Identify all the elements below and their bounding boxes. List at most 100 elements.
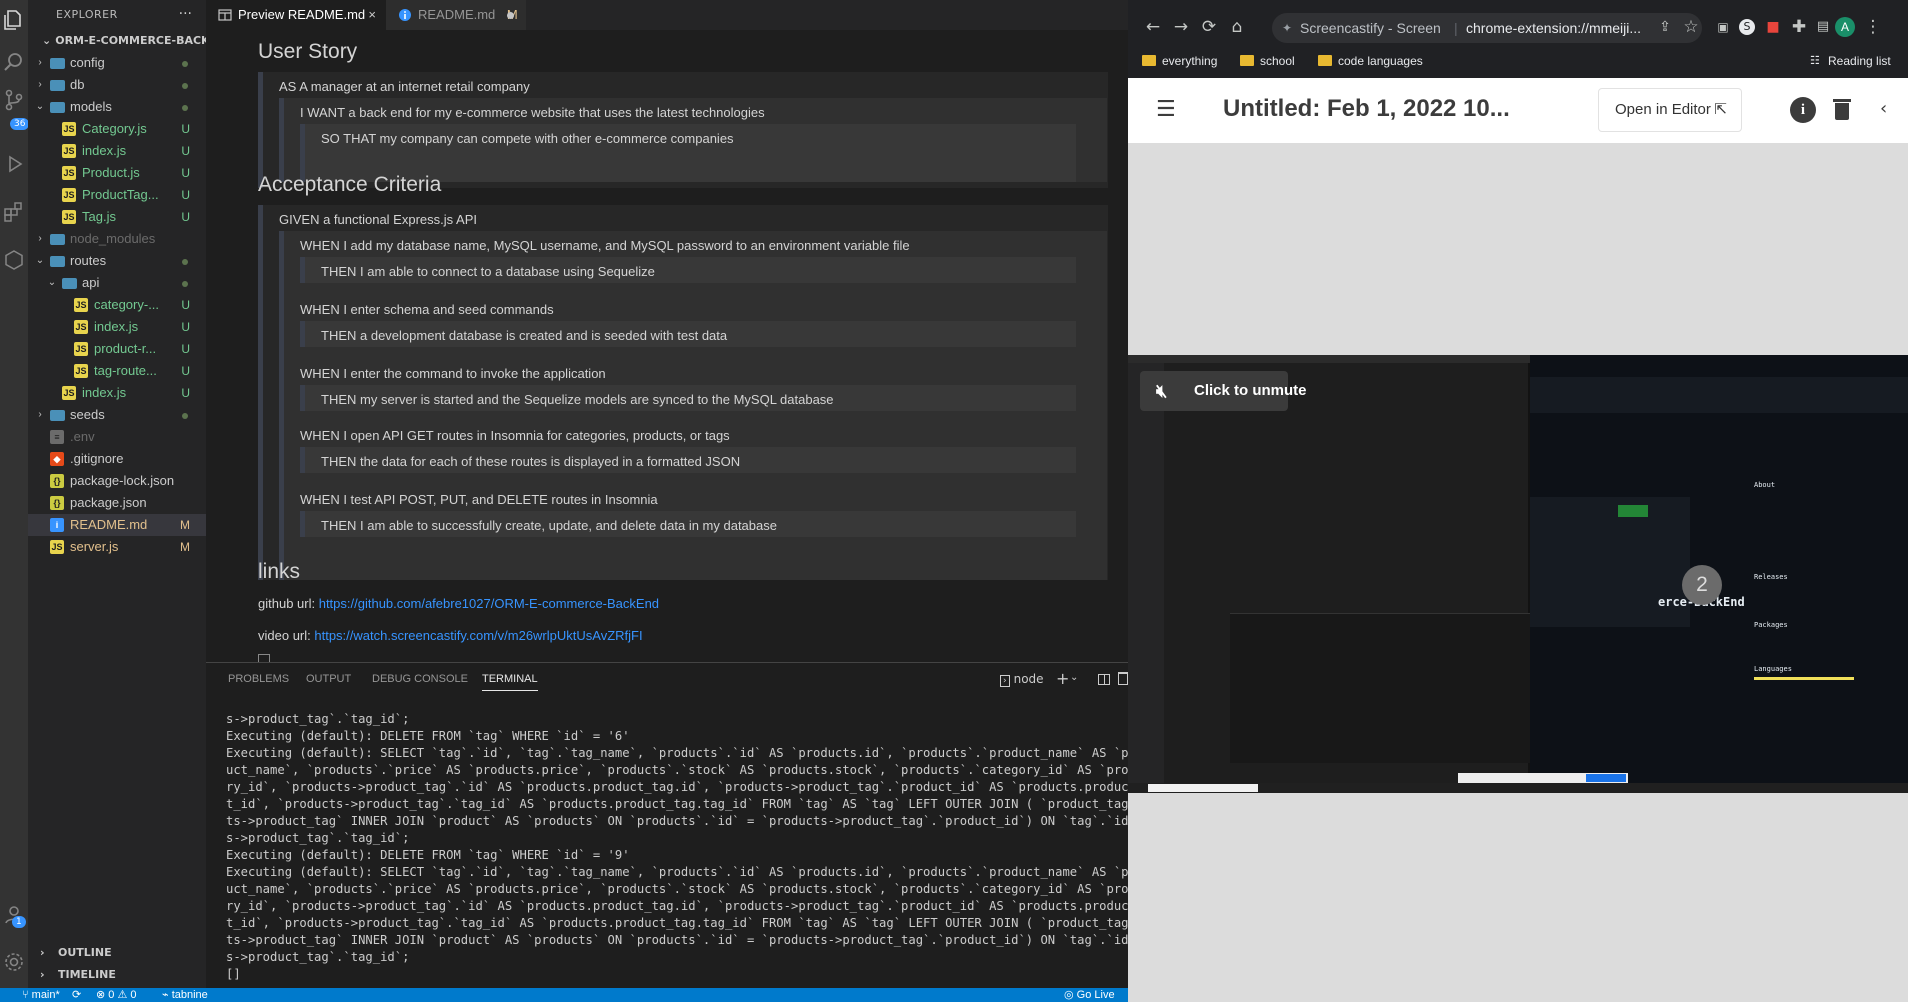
reading-list[interactable]: ☷ Reading list: [1808, 52, 1891, 70]
unsaved-dot-icon[interactable]: [507, 12, 514, 19]
tab-debug-console[interactable]: DEBUG CONSOLE: [372, 673, 468, 685]
bookmark-star-icon[interactable]: ☆: [1680, 16, 1702, 38]
tree-file[interactable]: JS ProductTag... U: [28, 184, 206, 206]
criteria-line: WHEN I open API GET routes in Insomnia f…: [300, 428, 730, 443]
run-debug-icon[interactable]: [2, 152, 26, 176]
tab-terminal[interactable]: TERMINAL: [482, 673, 538, 691]
tree-file[interactable]: JS index.js U: [28, 140, 206, 162]
forward-icon[interactable]: →: [1170, 16, 1192, 38]
trash-icon[interactable]: [1118, 672, 1128, 685]
profile-menu-icon[interactable]: ▤: [1812, 16, 1834, 38]
tree-file[interactable]: i README.md M: [28, 514, 206, 536]
screencastify-icon[interactable]: ■: [1762, 16, 1784, 38]
share-icon[interactable]: ⇪: [1654, 16, 1676, 38]
folder-icon: [1318, 55, 1332, 66]
extensions-puzzle-icon[interactable]: ✚: [1788, 16, 1810, 38]
recording-title[interactable]: Untitled: Feb 1, 2022 10...: [1223, 95, 1510, 123]
tree-folder[interactable]: ⌄ models: [28, 96, 206, 118]
tree-file[interactable]: JS server.js M: [28, 536, 206, 558]
tab-readme[interactable]: README.md M: [386, 0, 526, 30]
env-file-icon: ≡: [50, 430, 64, 444]
remote-explorer-icon[interactable]: [2, 248, 26, 272]
tree-file[interactable]: ◆ .gitignore: [28, 448, 206, 470]
chevron-right-icon[interactable]: ›: [34, 74, 46, 96]
terminal-line: ry_id`, `products->product_tag`.`id` AS …: [226, 780, 1128, 794]
video-player[interactable]: erce-BackEnd About Releases Packages Lan…: [1128, 355, 1908, 793]
github-link[interactable]: https://github.com/afebre1027/ORM-E-comm…: [319, 596, 659, 611]
chevron-right-icon[interactable]: ›: [34, 52, 46, 74]
home-icon[interactable]: ⌂: [1226, 16, 1248, 38]
chevron-down-icon[interactable]: ⌄: [46, 272, 58, 294]
tree-file[interactable]: {} package-lock.json: [28, 470, 206, 492]
bookmark-everything[interactable]: everything: [1142, 52, 1217, 70]
video-about: About: [1754, 481, 1776, 489]
bookmark-school[interactable]: school: [1240, 52, 1295, 70]
kebab-menu-icon[interactable]: ⋮: [1862, 16, 1884, 38]
tree-file[interactable]: JS index.js U: [28, 316, 206, 338]
source-control-icon[interactable]: 36: [2, 88, 30, 130]
bottom-panel: PROBLEMS OUTPUT DEBUG CONSOLE TERMINAL ›…: [206, 662, 1128, 988]
tree-file[interactable]: JS Category.js U: [28, 118, 206, 140]
video-link[interactable]: https://watch.screencastify.com/v/m26wrl…: [314, 628, 642, 643]
tree-folder[interactable]: ⌄ api: [28, 272, 206, 294]
tree-file[interactable]: JS tag-route... U: [28, 360, 206, 382]
chevron-down-icon[interactable]: ⌄: [34, 250, 46, 272]
tree-file[interactable]: JS Product.js U: [28, 162, 206, 184]
problems-status[interactable]: ⊗ 0 ⚠ 0: [96, 988, 136, 1002]
tree-folder[interactable]: › seeds: [28, 404, 206, 426]
more-actions-icon[interactable]: ···: [179, 6, 192, 22]
tree-folder[interactable]: ⌄ routes: [28, 250, 206, 272]
reload-icon[interactable]: ⟳: [1198, 16, 1220, 38]
terminal-shell-select[interactable]: › node: [1000, 672, 1044, 687]
tabnine-status[interactable]: ⌁ tabnine: [162, 988, 208, 1002]
avatar[interactable]: A: [1835, 17, 1855, 37]
js-file-icon: JS: [50, 540, 64, 554]
tree-folder[interactable]: › config: [28, 52, 206, 74]
tree-file[interactable]: ≡ .env: [28, 426, 206, 448]
hamburger-menu-icon[interactable]: ☰: [1156, 99, 1176, 121]
open-in-editor-button[interactable]: Open in Editor ⇱: [1598, 88, 1742, 132]
explorer-icon[interactable]: [2, 8, 26, 32]
chevron-down-icon[interactable]: ⌄: [34, 96, 46, 118]
branch-status[interactable]: ⑂ main*: [22, 988, 60, 1002]
chevron-right-icon[interactable]: ›: [34, 404, 46, 426]
chevron-down-icon[interactable]: ⌄: [1070, 672, 1078, 683]
heading-acceptance-criteria: Acceptance Criteria: [258, 173, 442, 196]
tree-folder[interactable]: › db: [28, 74, 206, 96]
back-icon[interactable]: ←: [1142, 16, 1164, 38]
unmute-button[interactable]: 🔇︎ Click to unmute: [1140, 371, 1307, 411]
tree-file[interactable]: JS product-r... U: [28, 338, 206, 360]
tree-folder[interactable]: › node_modules: [28, 228, 206, 250]
bookmark-code-languages[interactable]: code languages: [1318, 52, 1423, 70]
collapse-panel-icon[interactable]: ‹: [1880, 98, 1887, 119]
outline-section[interactable]: › OUTLINE: [28, 942, 206, 964]
new-terminal-icon[interactable]: +: [1056, 669, 1069, 688]
account-icon[interactable]: 1: [2, 902, 26, 928]
tree-file[interactable]: JS category-... U: [28, 294, 206, 316]
trash-icon[interactable]: [1833, 97, 1851, 121]
address-bar[interactable]: ✦ Screencastify - Screen | chrome-extens…: [1272, 13, 1702, 43]
tab-problems[interactable]: PROBLEMS: [228, 673, 289, 685]
extension-s-icon[interactable]: S: [1736, 16, 1758, 38]
timeline-section[interactable]: › TIMELINE: [28, 964, 206, 986]
video-frame-terminal: [1230, 613, 1530, 763]
extensions-icon[interactable]: [2, 200, 26, 224]
info-icon[interactable]: i: [1790, 97, 1816, 123]
settings-gear-icon[interactable]: [2, 950, 26, 974]
tab-output[interactable]: OUTPUT: [306, 673, 351, 685]
terminal-output[interactable]: s->product_tag`.`tag_id`; Executing (defa…: [226, 711, 1128, 983]
tree-item-label: ProductTag...: [82, 187, 159, 202]
chevron-right-icon[interactable]: ›: [34, 228, 46, 250]
tree-file[interactable]: JS index.js U: [28, 382, 206, 404]
extension-icon[interactable]: ▣: [1712, 16, 1734, 38]
go-live-button[interactable]: ◎ Go Live: [1064, 988, 1115, 1002]
tree-file[interactable]: JS Tag.js U: [28, 206, 206, 228]
sync-icon[interactable]: ⟳: [72, 988, 81, 1002]
tab-preview-readme[interactable]: Preview README.md ×: [206, 0, 386, 30]
tree-item-label: Product.js: [82, 165, 140, 180]
search-icon[interactable]: [2, 50, 26, 74]
close-tab-icon[interactable]: ×: [368, 0, 376, 30]
project-root[interactable]: ⌄ ORM-E-COMMERCE-BACK...: [28, 30, 206, 52]
tree-file[interactable]: {} package.json: [28, 492, 206, 514]
split-terminal-icon[interactable]: [1098, 674, 1110, 685]
